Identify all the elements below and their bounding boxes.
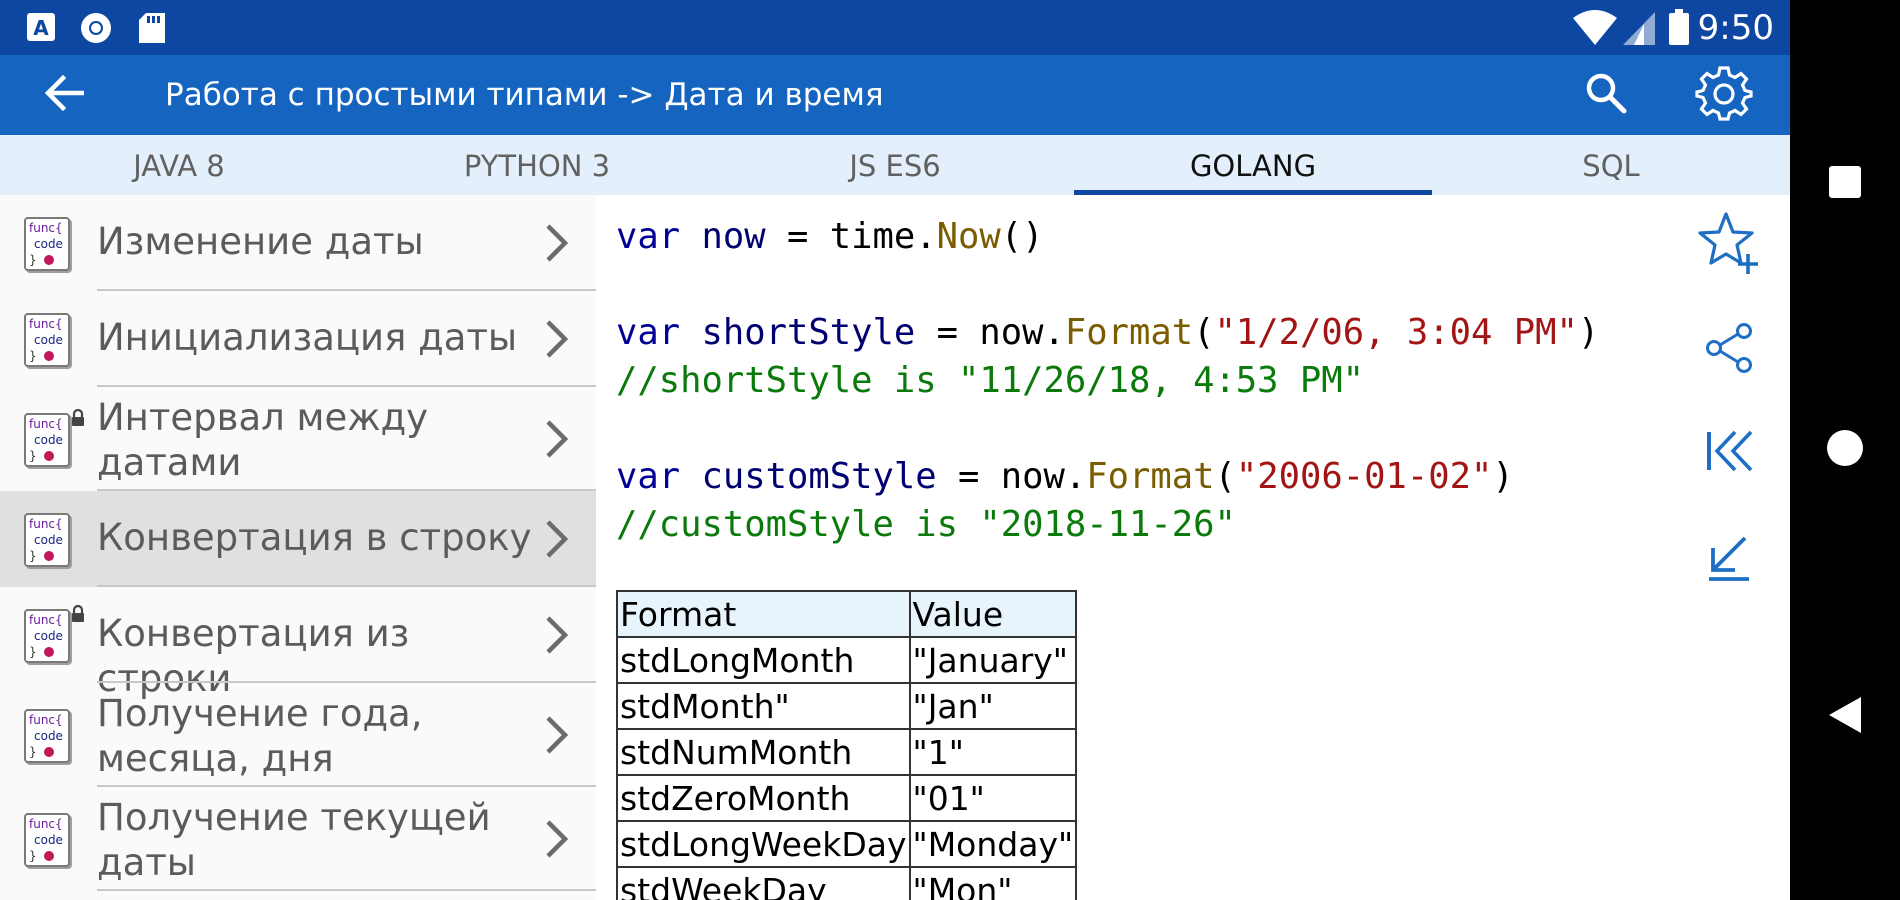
add-favorite-button[interactable] [1694, 210, 1764, 280]
app-screen: A 9:50 Работа с простыми типами -> Дата … [0, 0, 1790, 900]
settings-button[interactable] [1692, 63, 1756, 127]
tab-python-3[interactable]: PYTHON 3 [358, 135, 716, 195]
code-comment-2: //customStyle is "2018-11-26" [616, 504, 1236, 545]
code-line-1: var now = time.Now() [616, 216, 1044, 257]
table-cell: stdZeroMonth [616, 774, 911, 822]
tab-js-es6[interactable]: JS ES6 [716, 135, 1074, 195]
tab-java-8[interactable]: JAVA 8 [0, 135, 358, 195]
table-cell: "Mon" [908, 866, 1078, 900]
code-line-2: var shortStyle = now.Format("1/2/06, 3:0… [616, 312, 1600, 353]
share-icon [1703, 322, 1755, 379]
status-time: 9:50 [1697, 8, 1774, 48]
list-item-date-interval[interactable]: func{code} Интервал между датами [0, 387, 596, 491]
code-content: var now = time.Now() var shortStyle = no… [596, 195, 1666, 900]
list-item-label: Инициализация даты [97, 316, 518, 359]
status-bar: A 9:50 [0, 0, 1790, 55]
lock-icon [71, 408, 85, 432]
table-row: stdZeroMonth "01" [616, 774, 1078, 822]
language-tabs: JAVA 8 PYTHON 3 JS ES6 GOLANG SQL [0, 135, 1790, 195]
signal-icon [1622, 10, 1656, 51]
lock-icon [71, 604, 85, 628]
topic-list: func{code} Изменение даты func{code} Ини… [0, 195, 597, 900]
back-triangle-icon [1827, 695, 1863, 740]
func-code-icon: func{code} [24, 217, 70, 271]
share-button[interactable] [1694, 315, 1764, 385]
format-table: Format Value stdLongMonth "January" stdM… [616, 590, 1078, 900]
table-cell: stdMonth" [616, 682, 911, 730]
table-cell: stdNumMonth [616, 728, 911, 776]
chevron-right-icon [545, 319, 569, 364]
list-item-init-date[interactable]: func{code} Инициализация даты [0, 291, 596, 387]
table-cell: "1" [908, 728, 1078, 776]
func-code-icon: func{code} [24, 709, 70, 763]
recents-square-icon [1827, 164, 1863, 205]
func-code-icon: func{code} [24, 313, 70, 367]
first-page-button[interactable] [1694, 418, 1764, 488]
code-comment-1: //shortStyle is "11/26/18, 4:53 PM" [616, 360, 1365, 401]
func-code-icon: func{code} [24, 413, 70, 467]
table-cell: stdWeekDay [616, 866, 911, 900]
tab-sql[interactable]: SQL [1432, 135, 1790, 195]
battery-icon [1668, 9, 1690, 50]
table-cell: stdLongMonth [616, 636, 911, 684]
home-button[interactable] [1815, 420, 1875, 480]
back-button[interactable] [36, 69, 92, 121]
list-item-label: Конвертация в строку [97, 516, 532, 559]
list-item-convert-from-string[interactable]: func{code} Конвертация из строки [0, 587, 596, 700]
func-code-icon: func{code} [24, 609, 70, 663]
table-header-value: Value [908, 590, 1078, 638]
system-nav-bar [1790, 0, 1900, 900]
list-item-label: Получение текущей даты [97, 796, 491, 884]
chevron-right-icon [545, 715, 569, 760]
download-button[interactable] [1694, 525, 1764, 595]
arrow-back-icon [44, 74, 85, 116]
list-item-label: Изменение даты [97, 220, 424, 263]
code-block: var now = time.Now() var shortStyle = no… [616, 213, 1599, 549]
table-row: stdMonth" "Jan" [616, 682, 1078, 730]
list-item-change-date[interactable]: func{code} Изменение даты [0, 195, 596, 291]
home-circle-icon [1825, 428, 1865, 473]
table-cell: "Jan" [908, 682, 1078, 730]
wifi-icon [1572, 10, 1618, 51]
chevron-right-icon [545, 615, 569, 660]
star-add-icon [1696, 210, 1762, 281]
table-cell: stdLongWeekDay [616, 820, 911, 868]
gear-icon [1695, 64, 1753, 127]
svg-text:A: A [33, 16, 49, 40]
chevron-right-icon [545, 419, 569, 464]
func-code-icon: func{code} [24, 813, 70, 867]
table-cell: "January" [908, 636, 1078, 684]
search-button[interactable] [1578, 67, 1634, 123]
first-page-icon [1703, 429, 1755, 478]
table-row: stdLongWeekDay "Monday" [616, 820, 1078, 868]
chevron-right-icon [545, 819, 569, 864]
chevron-right-icon [545, 519, 569, 564]
table-header-format: Format [616, 590, 911, 638]
list-item-get-current-date[interactable]: func{code} Получение текущей даты [0, 787, 596, 891]
table-header-row: Format Value [616, 590, 1078, 638]
recents-button[interactable] [1815, 154, 1875, 214]
page-title: Работа с простыми типами -> Дата и время [165, 77, 884, 113]
nav-back-button[interactable] [1815, 687, 1875, 747]
chevron-right-icon [545, 223, 569, 268]
table-cell: "Monday" [908, 820, 1078, 868]
table-row: stdLongMonth "January" [616, 636, 1078, 684]
sd-card-icon [138, 12, 166, 49]
list-item-get-year-month-day[interactable]: func{code} Получение года, месяца, дня [0, 683, 596, 787]
search-icon [1585, 72, 1627, 119]
list-item-label: Интервал между датами [97, 396, 429, 484]
app-bar: Работа с простыми типами -> Дата и время [0, 55, 1790, 135]
code-line-4: var customStyle = now.Format("2006-01-02… [616, 456, 1514, 497]
table-row: stdNumMonth "1" [616, 728, 1078, 776]
func-code-icon: func{code} [24, 513, 70, 567]
font-notification-icon: A [26, 12, 56, 47]
list-item-label: Получение года, месяца, дня [97, 692, 423, 780]
action-column [1666, 195, 1790, 900]
chrome-notification-icon [80, 12, 112, 49]
table-cell: "01" [908, 774, 1078, 822]
table-row: stdWeekDay "Mon" [616, 866, 1078, 900]
download-icon [1705, 534, 1753, 587]
list-item-convert-to-string[interactable]: func{code} Конвертация в строку [0, 491, 596, 587]
tab-golang[interactable]: GOLANG [1074, 135, 1432, 195]
